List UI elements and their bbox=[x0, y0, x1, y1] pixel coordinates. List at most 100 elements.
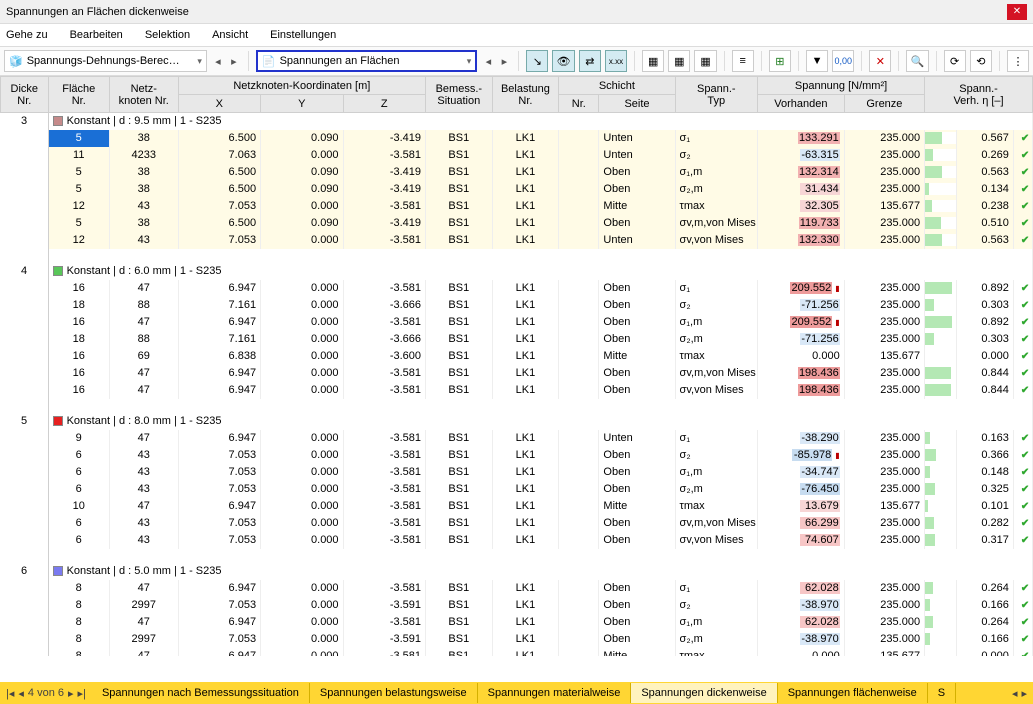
table-row[interactable]: 16476.9470.000-3.581BS1LK1Obenσ₁,m209.55… bbox=[1, 314, 1033, 331]
footer-tab[interactable]: Spannungen dickenweise bbox=[631, 683, 777, 703]
hdr-belastung[interactable]: BelastungNr. bbox=[492, 77, 559, 113]
tool-misc1[interactable]: ⟳ bbox=[944, 50, 966, 72]
tool-misc2[interactable]: ⟲ bbox=[970, 50, 992, 72]
table-row[interactable]: 6437.0530.000-3.581BS1LK1Obenσv,m,von Mi… bbox=[1, 515, 1033, 532]
module-prev[interactable]: ◂ bbox=[211, 50, 225, 72]
module-next[interactable]: ▸ bbox=[227, 50, 241, 72]
tool-sync-selection[interactable]: ⇄ bbox=[579, 50, 601, 72]
table-row[interactable]: 5386.5000.090-3.419BS1LK1Untenσ₁133.2912… bbox=[1, 130, 1033, 147]
table-row[interactable]: 10476.9470.000-3.581BS1LK1Mitteτmax13.67… bbox=[1, 498, 1033, 515]
toolbar: 🧊 Spannungs-Dehnungs-Berec… ▾ ◂ ▸ 📄 Span… bbox=[0, 46, 1033, 76]
table-row[interactable]: 18887.1610.000-3.666BS1LK1Obenσ₂-71.2562… bbox=[1, 297, 1033, 314]
menu-einstellungen[interactable]: Einstellungen bbox=[270, 29, 336, 41]
table-row[interactable]: 8476.9470.000-3.581BS1LK1Obenσ₁62.028235… bbox=[1, 580, 1033, 597]
hdr-schicht-seite[interactable]: Seite bbox=[599, 95, 675, 113]
menubar: Gehe zu Bearbeiten Selektion Ansicht Ein… bbox=[0, 24, 1033, 46]
hdr-x[interactable]: X bbox=[178, 95, 260, 113]
footer-pos: 4 von 6 bbox=[28, 687, 64, 699]
tool-select-arrow[interactable]: ↘ bbox=[526, 50, 548, 72]
footer-tab-next[interactable]: ▸ bbox=[1021, 687, 1027, 700]
hdr-grenze[interactable]: Grenze bbox=[844, 95, 924, 113]
table-row[interactable]: 5386.5000.090-3.419BS1LK1Obenσ₁,m132.314… bbox=[1, 164, 1033, 181]
hdr-flache[interactable]: FlächeNr. bbox=[48, 77, 109, 113]
table-row[interactable]: 12437.0530.000-3.581BS1LK1Untenσv,von Mi… bbox=[1, 232, 1033, 249]
table-row[interactable]: 16476.9470.000-3.581BS1LK1Obenσv,von Mis… bbox=[1, 382, 1033, 399]
table-row[interactable]: 829977.0530.000-3.591BS1LK1Obenσ₂-38.970… bbox=[1, 597, 1033, 614]
tool-colorband[interactable]: ≡ bbox=[732, 50, 754, 72]
tool-colors[interactable]: ⋮ bbox=[1007, 50, 1029, 72]
tool-eye[interactable]: 👁 bbox=[552, 50, 574, 72]
group-title[interactable]: Konstant | d : 5.0 mm | 1 - S235 bbox=[48, 563, 1032, 580]
hdr-schicht-nr[interactable]: Nr. bbox=[559, 95, 599, 113]
group-title[interactable]: Konstant | d : 6.0 mm | 1 - S235 bbox=[48, 263, 1032, 280]
tool-search[interactable]: 🔍 bbox=[906, 50, 928, 72]
hdr-schicht[interactable]: Schicht bbox=[559, 77, 675, 95]
module-combo[interactable]: 🧊 Spannungs-Dehnungs-Berec… ▾ bbox=[4, 50, 207, 72]
footer-tab[interactable]: Spannungen nach Bemessungssituation bbox=[92, 683, 310, 703]
tool-table3[interactable]: ▦ bbox=[694, 50, 716, 72]
footer-prev[interactable]: ◂ bbox=[18, 687, 24, 700]
dicke-cell[interactable]: 3 bbox=[1, 113, 49, 263]
tool-filter[interactable]: ▼ bbox=[806, 50, 828, 72]
footer-next[interactable]: ▸ bbox=[68, 687, 74, 700]
hdr-dicke[interactable]: DickeNr. bbox=[1, 77, 49, 113]
footer-tab-prev[interactable]: ◂ bbox=[1012, 687, 1018, 700]
table-prev[interactable]: ◂ bbox=[481, 50, 495, 72]
hdr-vorh[interactable]: Vorhanden bbox=[758, 95, 845, 113]
data-grid[interactable]: DickeNr. FlächeNr. Netz-knoten Nr. Netzk… bbox=[0, 76, 1033, 656]
dicke-cell[interactable]: 5 bbox=[1, 413, 49, 563]
hdr-spannung[interactable]: Spannung [N/mm²] bbox=[758, 77, 925, 95]
table-next[interactable]: ▸ bbox=[497, 50, 511, 72]
table-combo-label: Spannungen an Flächen bbox=[280, 55, 400, 67]
tool-decimal[interactable]: 0,00 bbox=[832, 50, 854, 72]
menu-gehe-zu[interactable]: Gehe zu bbox=[6, 29, 48, 41]
footer-tab[interactable]: Spannungen belastungsweise bbox=[310, 683, 478, 703]
table-row[interactable]: 1142337.0630.000-3.581BS1LK1Untenσ₂-63.3… bbox=[1, 147, 1033, 164]
group-title[interactable]: Konstant | d : 8.0 mm | 1 - S235 bbox=[48, 413, 1032, 430]
footer-first[interactable]: |◂ bbox=[6, 687, 14, 700]
tool-table2[interactable]: ▦ bbox=[668, 50, 690, 72]
table-row[interactable]: 6437.0530.000-3.581BS1LK1Obenσ₁,m-34.747… bbox=[1, 464, 1033, 481]
table-row[interactable]: 18887.1610.000-3.666BS1LK1Obenσ₂,m-71.25… bbox=[1, 331, 1033, 348]
dicke-cell[interactable]: 6 bbox=[1, 563, 49, 657]
table-row[interactable]: 9476.9470.000-3.581BS1LK1Untenσ₁-38.2902… bbox=[1, 430, 1033, 447]
table-row[interactable]: 8476.9470.000-3.581BS1LK1Obenσ₁,m62.0282… bbox=[1, 614, 1033, 631]
footer-tab[interactable]: S bbox=[928, 683, 956, 703]
cube-icon: 🧊 bbox=[9, 55, 23, 68]
hdr-y[interactable]: Y bbox=[261, 95, 343, 113]
tool-clear[interactable]: ✕ bbox=[869, 50, 891, 72]
table-combo[interactable]: 📄 Spannungen an Flächen ▾ bbox=[256, 50, 477, 72]
table-row[interactable]: 8476.9470.000-3.581BS1LK1Mitteτmax0.0001… bbox=[1, 648, 1033, 657]
footer: |◂ ◂ 4 von 6 ▸ ▸| Spannungen nach Bemess… bbox=[0, 682, 1033, 704]
close-button[interactable]: ✕ bbox=[1007, 4, 1027, 20]
table-row[interactable]: 829977.0530.000-3.591BS1LK1Obenσ₂,m-38.9… bbox=[1, 631, 1033, 648]
table-row[interactable]: 6437.0530.000-3.581BS1LK1Obenσ₂-85.978 ▮… bbox=[1, 447, 1033, 464]
table-row[interactable]: 16696.8380.000-3.600BS1LK1Mitteτmax0.000… bbox=[1, 348, 1033, 365]
tool-export-excel[interactable]: ⊞ bbox=[769, 50, 791, 72]
hdr-verh[interactable]: Spann.-Verh. η [–] bbox=[925, 77, 1033, 113]
table-row[interactable]: 16476.9470.000-3.581BS1LK1Obenσ₁209.552 … bbox=[1, 280, 1033, 297]
hdr-koord[interactable]: Netzknoten-Koordinaten [m] bbox=[178, 77, 425, 95]
footer-tab[interactable]: Spannungen flächenweise bbox=[778, 683, 928, 703]
tool-precision[interactable]: x.xx bbox=[605, 50, 627, 72]
footer-last[interactable]: ▸| bbox=[78, 687, 86, 700]
table-row[interactable]: 16476.9470.000-3.581BS1LK1Obenσv,m,von M… bbox=[1, 365, 1033, 382]
footer-tab[interactable]: Spannungen materialweise bbox=[478, 683, 632, 703]
table-row[interactable]: 5386.5000.090-3.419BS1LK1Obenσv,m,von Mi… bbox=[1, 215, 1033, 232]
sheet-icon: 📄 bbox=[262, 55, 276, 68]
tool-table1[interactable]: ▦ bbox=[642, 50, 664, 72]
table-row[interactable]: 12437.0530.000-3.581BS1LK1Mitteτmax32.30… bbox=[1, 198, 1033, 215]
table-row[interactable]: 5386.5000.090-3.419BS1LK1Obenσ₂,m31.4342… bbox=[1, 181, 1033, 198]
table-row[interactable]: 6437.0530.000-3.581BS1LK1Obenσv,von Mise… bbox=[1, 532, 1033, 549]
menu-selektion[interactable]: Selektion bbox=[145, 29, 190, 41]
titlebar: Spannungen an Flächen dickenweise ✕ bbox=[0, 0, 1033, 24]
hdr-netz[interactable]: Netz-knoten Nr. bbox=[109, 77, 178, 113]
hdr-bemess[interactable]: Bemess.-Situation bbox=[426, 77, 493, 113]
hdr-z[interactable]: Z bbox=[343, 95, 425, 113]
menu-bearbeiten[interactable]: Bearbeiten bbox=[70, 29, 123, 41]
group-title[interactable]: Konstant | d : 9.5 mm | 1 - S235 bbox=[48, 113, 1032, 130]
table-row[interactable]: 6437.0530.000-3.581BS1LK1Obenσ₂,m-76.450… bbox=[1, 481, 1033, 498]
menu-ansicht[interactable]: Ansicht bbox=[212, 29, 248, 41]
dicke-cell[interactable]: 4 bbox=[1, 263, 49, 413]
hdr-spanntyp[interactable]: Spann.-Typ bbox=[675, 77, 757, 113]
